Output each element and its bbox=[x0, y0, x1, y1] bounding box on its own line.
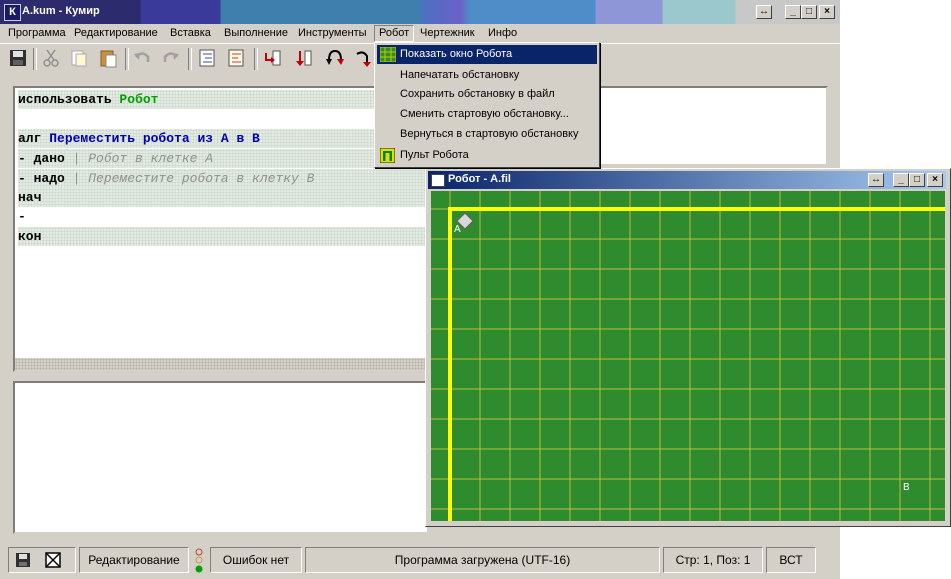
robot-window-title: Робот - A.fil bbox=[448, 173, 511, 185]
robot-window-icon bbox=[431, 174, 445, 187]
end-cell-label: В bbox=[903, 482, 910, 493]
step-icon[interactable] bbox=[293, 48, 315, 70]
copy-icon[interactable] bbox=[68, 48, 90, 70]
toolbar-separator bbox=[125, 48, 129, 70]
robot-resize-button[interactable]: ↔ bbox=[868, 173, 884, 187]
menu-robot[interactable]: Робот bbox=[374, 25, 415, 42]
traffic-light-icon bbox=[192, 547, 206, 578]
code-line[interactable]: - надо | Переместите робота в клетку В bbox=[18, 169, 427, 188]
robot-minimize-button[interactable]: _ bbox=[893, 173, 909, 187]
code-line[interactable]: использовать Робот bbox=[18, 90, 427, 109]
save-icon[interactable] bbox=[7, 48, 29, 70]
code-line[interactable]: алг Переместить робота из А в В bbox=[18, 129, 427, 148]
menu-item-print-field[interactable]: Напечатать обстановку bbox=[377, 66, 597, 85]
menu-item-reset-field[interactable]: Вернуться в стартовую обстановку bbox=[377, 125, 597, 144]
robot-close-button[interactable]: × bbox=[927, 173, 943, 187]
menu-item-show-robot-window[interactable]: Показать окно Робота bbox=[377, 45, 597, 64]
menu-item-robot-remote[interactable]: Пульт Робота bbox=[377, 146, 597, 165]
menu-tools[interactable]: Инструменты bbox=[294, 26, 371, 41]
robot-window: Робот - A.fil ↔ _ □ × А В bbox=[425, 168, 951, 527]
maximize-button[interactable]: □ bbox=[801, 5, 817, 19]
toolbar-separator bbox=[254, 48, 258, 70]
menu-insert[interactable]: Вставка bbox=[166, 26, 215, 41]
errors-status: Ошибок нет bbox=[210, 547, 302, 573]
insert-mode: ВСТ bbox=[766, 547, 816, 573]
status-bar: Редактирование Ошибок нет Программа загр… bbox=[0, 544, 840, 579]
indent-icon[interactable] bbox=[196, 48, 218, 70]
toolbar-separator bbox=[188, 48, 192, 70]
redo-icon[interactable] bbox=[160, 48, 182, 70]
code-editor[interactable]: использовать Робот алг Переместить робот… bbox=[13, 86, 429, 372]
menu-item-change-start-field[interactable]: Сменить стартовую обстановку... bbox=[377, 105, 597, 124]
run-icon[interactable] bbox=[262, 48, 284, 70]
menu-info[interactable]: Инфо bbox=[484, 26, 521, 41]
code-line[interactable]: - дано | Робот в клетке А bbox=[18, 149, 427, 168]
robot-remote-icon bbox=[379, 147, 396, 170]
code-line[interactable] bbox=[18, 109, 427, 128]
code-line[interactable]: кон bbox=[18, 227, 427, 246]
robot-menu-dropdown: Показать окно Робота Напечатать обстанов… bbox=[374, 42, 600, 168]
menu-drawer[interactable]: Чертежник bbox=[416, 26, 479, 41]
robot-field[interactable]: А В bbox=[431, 191, 951, 525]
window-title: A.kum - Кумир bbox=[22, 5, 100, 17]
editor-horizontal-scrollbar[interactable] bbox=[15, 358, 427, 370]
status-icons bbox=[8, 547, 76, 573]
cursor-position: Стр: 1, Поз: 1 bbox=[663, 547, 763, 573]
start-cell-label: А bbox=[454, 224, 461, 235]
menu-bar: Программа Редактирование Вставка Выполне… bbox=[0, 24, 840, 43]
paste-icon[interactable] bbox=[97, 48, 119, 70]
menu-run[interactable]: Выполнение bbox=[220, 26, 292, 41]
close-button[interactable]: × bbox=[819, 5, 835, 19]
mode-status: Редактирование bbox=[79, 547, 189, 573]
menu-edit[interactable]: Редактирование bbox=[70, 26, 162, 41]
step-out-icon[interactable] bbox=[352, 48, 374, 70]
cut-icon[interactable] bbox=[40, 48, 62, 70]
save-status-icon[interactable] bbox=[15, 552, 31, 576]
robot-field-grid[interactable] bbox=[431, 191, 951, 525]
undo-icon[interactable] bbox=[131, 48, 153, 70]
code-line[interactable]: - bbox=[18, 207, 427, 226]
robot-title-bar[interactable]: Робот - A.fil ↔ _ □ × bbox=[428, 171, 946, 189]
menu-item-save-field[interactable]: Сохранить обстановку в файл bbox=[377, 85, 597, 104]
output-panel[interactable] bbox=[13, 381, 429, 534]
resize-button[interactable]: ↔ bbox=[756, 5, 772, 19]
minimize-button[interactable]: _ bbox=[785, 5, 801, 19]
robot-maximize-button[interactable]: □ bbox=[909, 173, 925, 187]
unindent-icon[interactable] bbox=[225, 48, 247, 70]
step-in-icon[interactable] bbox=[324, 48, 346, 70]
app-icon[interactable]: К bbox=[4, 4, 21, 21]
margin-panel[interactable] bbox=[598, 86, 828, 166]
close-file-icon[interactable] bbox=[45, 552, 61, 576]
message-status: Программа загружена (UTF-16) bbox=[305, 547, 660, 573]
toolbar-separator bbox=[33, 48, 37, 70]
field-border-wall bbox=[448, 207, 951, 525]
title-bar[interactable]: К A.kum - Кумир ↔ _ □ × bbox=[0, 0, 840, 24]
code-line[interactable]: нач bbox=[18, 188, 427, 207]
menu-program[interactable]: Программа bbox=[4, 26, 70, 41]
